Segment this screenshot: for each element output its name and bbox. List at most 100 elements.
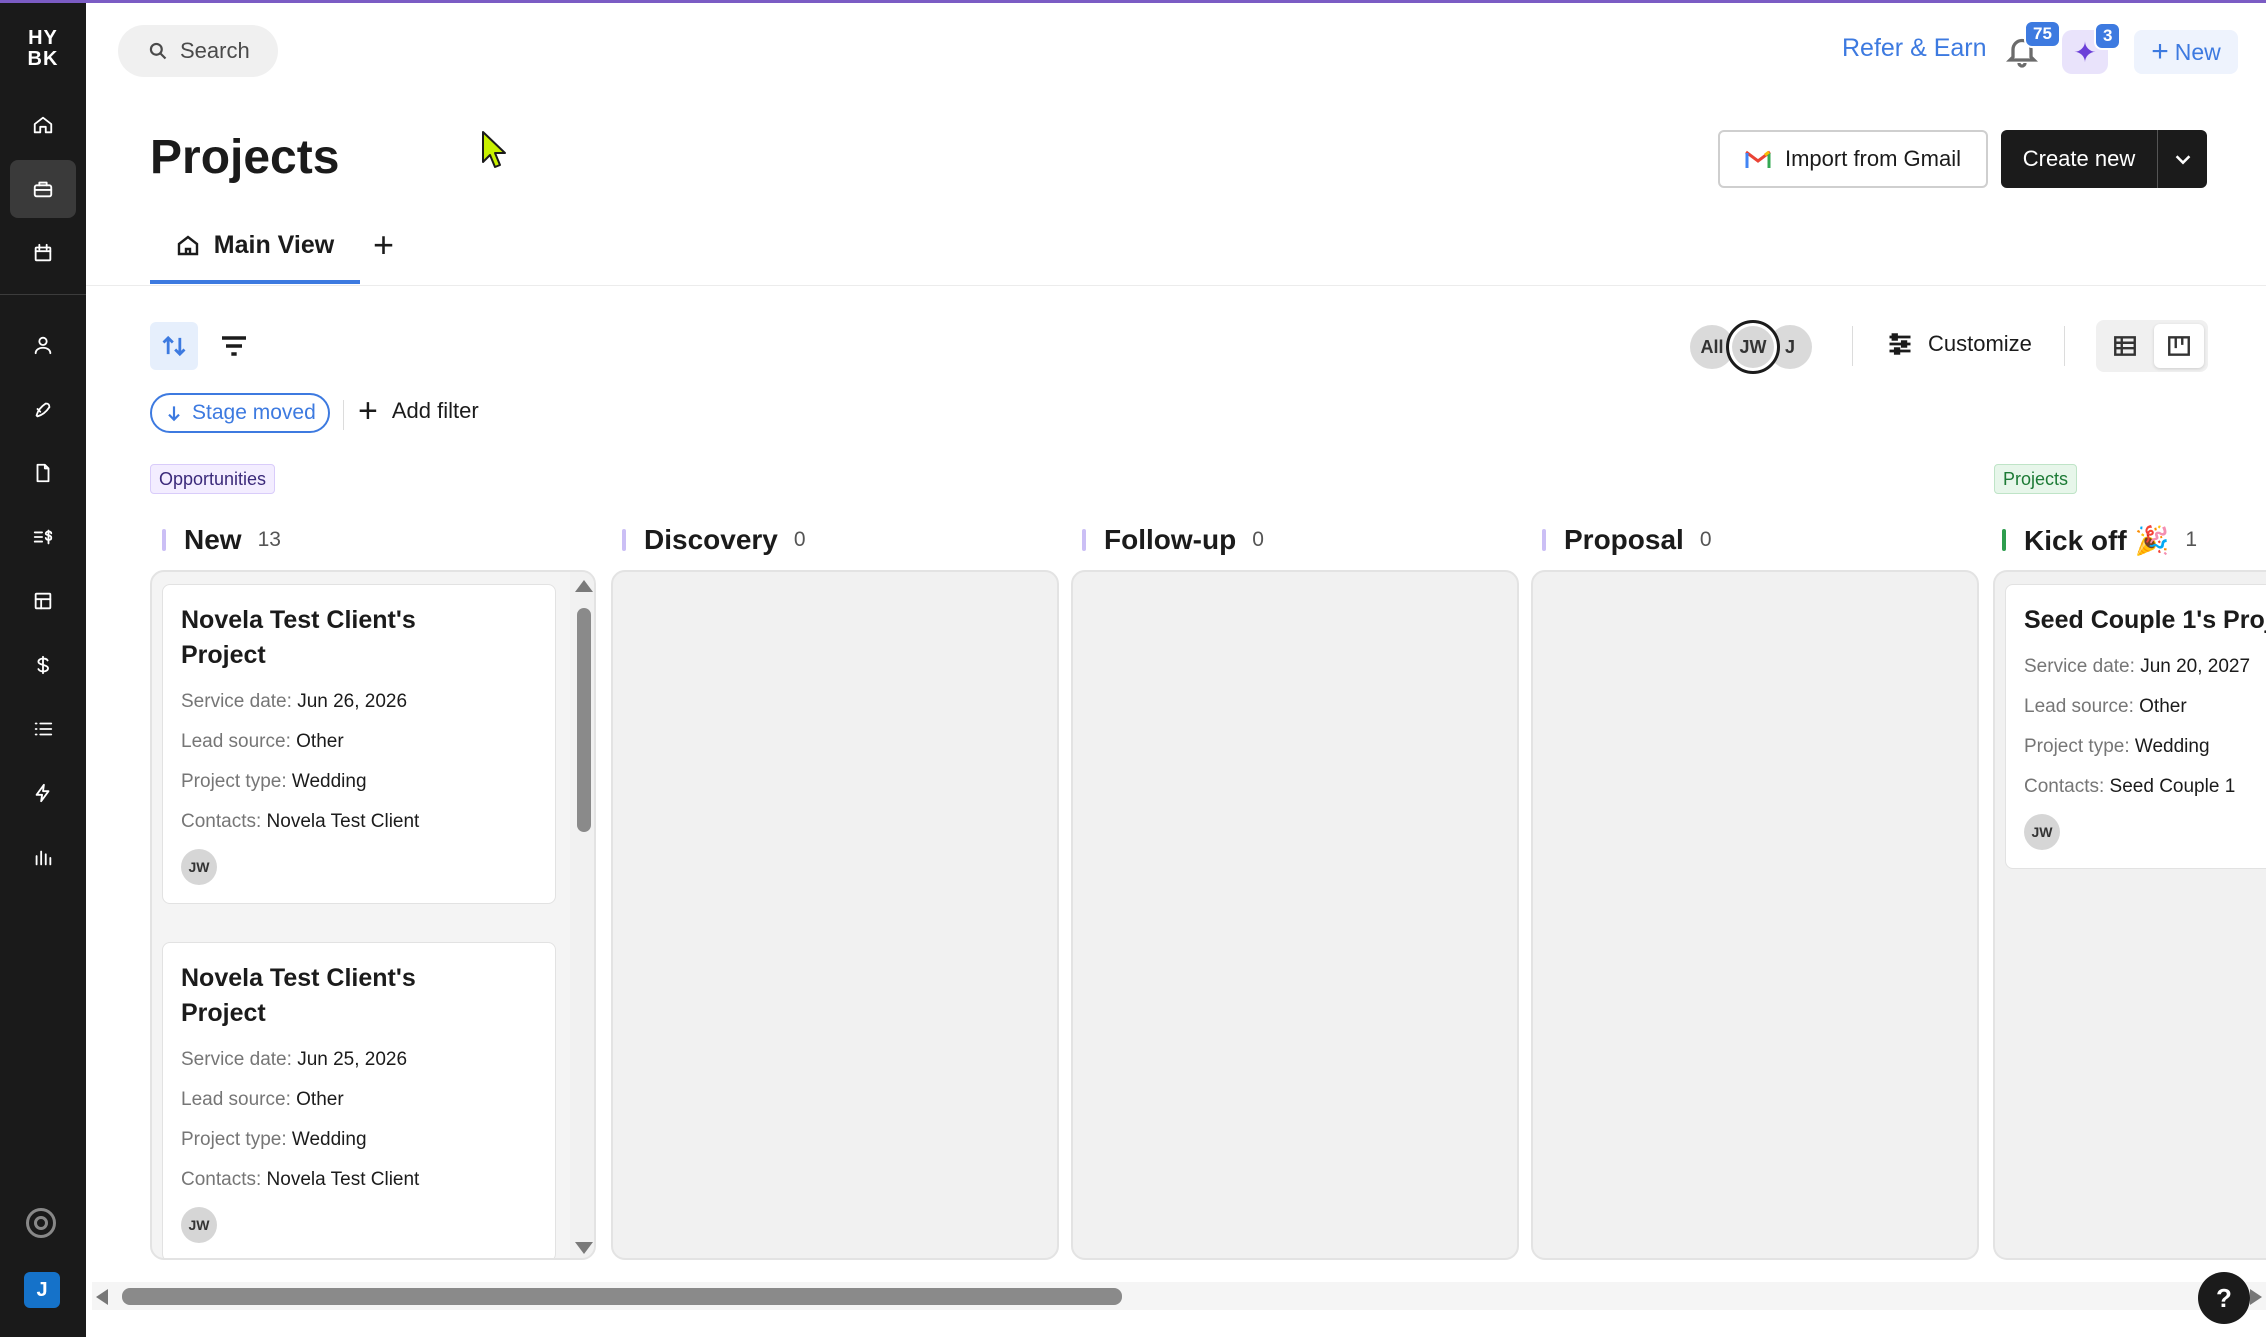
scrollbar-thumb[interactable] [122,1288,1122,1305]
card-contacts: Contacts: Novela Test Client [181,811,420,832]
tabs-divider [86,285,2266,286]
card-assignee-avatar: JW [181,849,217,885]
import-from-gmail-button[interactable]: Import from Gmail [1718,130,1988,188]
column-proposal[interactable] [1531,570,1979,1260]
column-name: New [184,524,242,555]
ai-count-badge: 3 [2094,22,2122,50]
briefcase-icon [33,181,53,198]
column-name: Proposal [1564,524,1684,555]
column-count: 13 [257,528,281,551]
top-accent-line [0,0,2266,3]
sidebar-item-reports[interactable] [10,828,76,886]
create-new-label: Create new [2022,146,2136,171]
dollar-icon [37,655,49,675]
column-header-proposal: Proposal 0 [1542,520,1712,560]
card-contacts: Contacts: Novela Test Client [181,1169,420,1190]
filter-divider [343,400,344,430]
column-color-bar [1082,529,1086,551]
customize-label: Customize [1928,331,2032,356]
sidebar-item-home[interactable] [10,96,76,154]
column-color-bar [162,529,166,551]
sort-icon [162,335,186,357]
search-placeholder: Search [180,38,250,63]
scroll-right-arrow[interactable] [2250,1289,2262,1305]
column-count: 0 [1252,528,1264,551]
refer-earn-link[interactable]: Refer & Earn [1842,34,1987,63]
app-logo[interactable]: HY BK [22,28,64,70]
column-name: Follow-up [1104,524,1237,555]
column-kick-off: Seed Couple 1's Project Service date: Ju… [1993,570,2266,1260]
sidebar-item-contacts[interactable] [10,316,76,374]
bolt-icon [35,783,50,803]
projects-group-tag: Projects [1994,464,2078,494]
card-project-type: Project type: Wedding [2024,736,2210,757]
tab-main-view[interactable]: Main View [150,222,360,284]
board-view-button[interactable] [2154,324,2204,368]
customize-button[interactable]: Customize [1886,330,2032,358]
column-follow-up[interactable] [1071,570,1519,1260]
new-button[interactable]: + New [2134,30,2238,74]
project-card[interactable]: Seed Couple 1's Project Service date: Ju… [2005,584,2266,869]
card-title[interactable]: Novela Test Client's Project [181,961,451,1031]
chip-label: Stage moved [192,401,316,424]
filter-lines-icon [222,336,246,356]
sidebar-item-templates[interactable] [10,572,76,630]
create-new-button[interactable]: Create new [2001,130,2207,188]
plus-icon: + [358,392,378,430]
plus-icon: + [2151,35,2169,68]
card-title[interactable]: Seed Couple 1's Project [2024,603,2266,638]
help-button[interactable]: ? [2198,1272,2250,1324]
table-view-button[interactable] [2100,324,2150,368]
toolbar-divider [2064,326,2065,366]
add-filter-button[interactable]: + Add filter [358,392,479,430]
scroll-down-arrow[interactable] [575,1242,593,1254]
board-horizontal-scrollbar[interactable] [92,1282,2266,1310]
card-lead-source: Lead source: Other [181,731,344,752]
card-lead-source: Lead source: Other [181,1089,344,1110]
project-card[interactable]: Novela Test Client's Project Service dat… [162,942,556,1258]
column-new: Novela Test Client's Project Service dat… [150,570,596,1260]
stage-moved-sort-chip[interactable]: Stage moved [150,393,330,433]
list-icon [34,722,53,736]
sidebar-item-leads[interactable] [10,380,76,438]
sidebar: HY BK J [0,0,86,1337]
column-header-discovery: Discovery 0 [622,520,806,560]
card-service-date: Service date: Jun 26, 2026 [181,691,408,712]
project-card[interactable]: Novela Test Client's Project Service dat… [162,584,556,904]
sidebar-item-payments[interactable] [10,636,76,694]
search-input[interactable]: Search [118,25,278,77]
column-header-new: New 13 [162,520,281,560]
sidebar-item-tasks[interactable] [10,700,76,758]
sidebar-item-projects[interactable] [10,160,76,218]
sidebar-item-calendar[interactable] [10,224,76,282]
calendar-icon [34,243,52,262]
arrow-down-icon [168,406,180,422]
scroll-up-arrow[interactable] [575,580,593,592]
rocket-icon [35,402,51,418]
column-color-bar [2002,529,2006,551]
add-view-button[interactable]: + [373,224,394,266]
person-icon [34,336,52,355]
sidebar-item-automations[interactable] [10,764,76,822]
card-project-type: Project type: Wedding [181,1129,367,1150]
support-icon[interactable] [26,1208,56,1238]
sort-button[interactable] [150,322,198,370]
scrollbar-thumb[interactable] [577,608,591,832]
sidebar-item-invoices[interactable] [10,508,76,566]
card-assignee-avatar: JW [2024,814,2060,850]
view-toggle [2096,320,2208,372]
column-discovery[interactable] [611,570,1059,1260]
filter-button[interactable] [218,330,250,362]
scroll-left-arrow[interactable] [96,1289,108,1305]
avatar-jw[interactable]: JW [1726,320,1780,374]
assignee-filter: All JW J [1690,320,1820,374]
document-icon [36,463,50,483]
chart-icon [35,850,52,866]
column-scrollbar[interactable] [570,572,594,1258]
chevron-down-icon [2175,155,2190,165]
create-new-dropdown[interactable] [2158,148,2207,170]
sidebar-item-files[interactable] [10,444,76,502]
tab-label: Main View [213,230,335,259]
user-avatar[interactable]: J [24,1272,60,1308]
card-title[interactable]: Novela Test Client's Project [181,603,451,673]
